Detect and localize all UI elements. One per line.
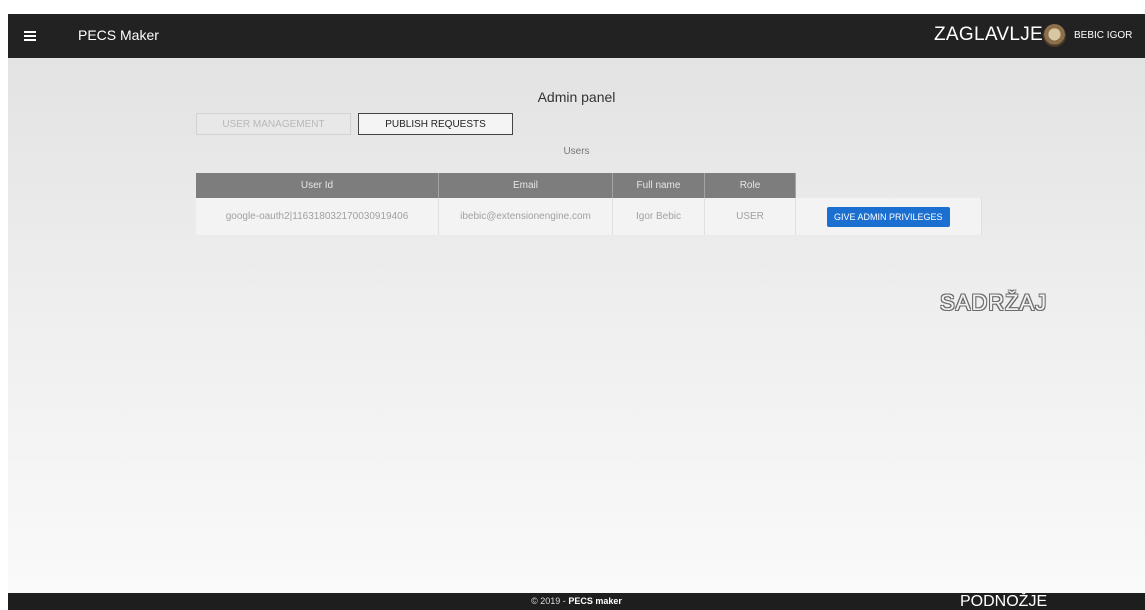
tab-publish-requests[interactable]: PUBLISH REQUESTS: [358, 113, 513, 135]
table-row: google-oauth2|116318032170030919406 ibeb…: [196, 198, 982, 235]
footer: © 2019 - PECS maker PODNOŽJE: [8, 593, 1145, 610]
table-header-row: User Id Email Full name Role: [196, 173, 981, 198]
footer-label: PODNOŽJE: [960, 593, 1048, 610]
page-title: Admin panel: [537, 89, 616, 105]
top-app-bar: PECS Maker ZAGLAVLJE BEBIC IGOR: [8, 14, 1145, 58]
cell-email: ibebic@extensionengine.com: [438, 198, 613, 235]
column-header-full-name: Full name: [612, 173, 705, 198]
give-admin-privileges-button[interactable]: GIVE ADMIN PRIVILEGES: [826, 206, 950, 227]
column-header-email: Email: [438, 173, 613, 198]
column-header-user-id: User Id: [196, 173, 439, 198]
users-table: User Id Email Full name Role google-oaut…: [196, 173, 982, 235]
app-frame: PECS Maker ZAGLAVLJE BEBIC IGOR Admin pa…: [8, 14, 1145, 610]
copyright-prefix: © 2019 -: [531, 596, 569, 606]
cell-role: USER: [704, 198, 796, 235]
tab-user-management[interactable]: USER MANAGEMENT: [196, 113, 351, 135]
cell-user-id: google-oauth2|116318032170030919406: [196, 198, 439, 235]
cell-full-name: Igor Bebic: [612, 198, 705, 235]
content-label: SADRŽAJ: [940, 290, 1048, 315]
main-content: Admin panel USER MANAGEMENT PUBLISH REQU…: [8, 58, 1145, 593]
user-name[interactable]: BEBIC IGOR: [1074, 30, 1132, 41]
column-header-actions: [796, 173, 982, 198]
user-avatar[interactable]: [1043, 24, 1066, 47]
copyright-brand: PECS maker: [568, 596, 622, 606]
cell-action: GIVE ADMIN PRIVILEGES: [795, 198, 982, 235]
header-label: ZAGLAVLJE: [934, 24, 1043, 45]
app-title[interactable]: PECS Maker: [78, 27, 159, 43]
hamburger-menu-icon[interactable]: [20, 27, 42, 45]
table-caption: Users: [563, 146, 590, 157]
column-header-role: Role: [704, 173, 796, 198]
